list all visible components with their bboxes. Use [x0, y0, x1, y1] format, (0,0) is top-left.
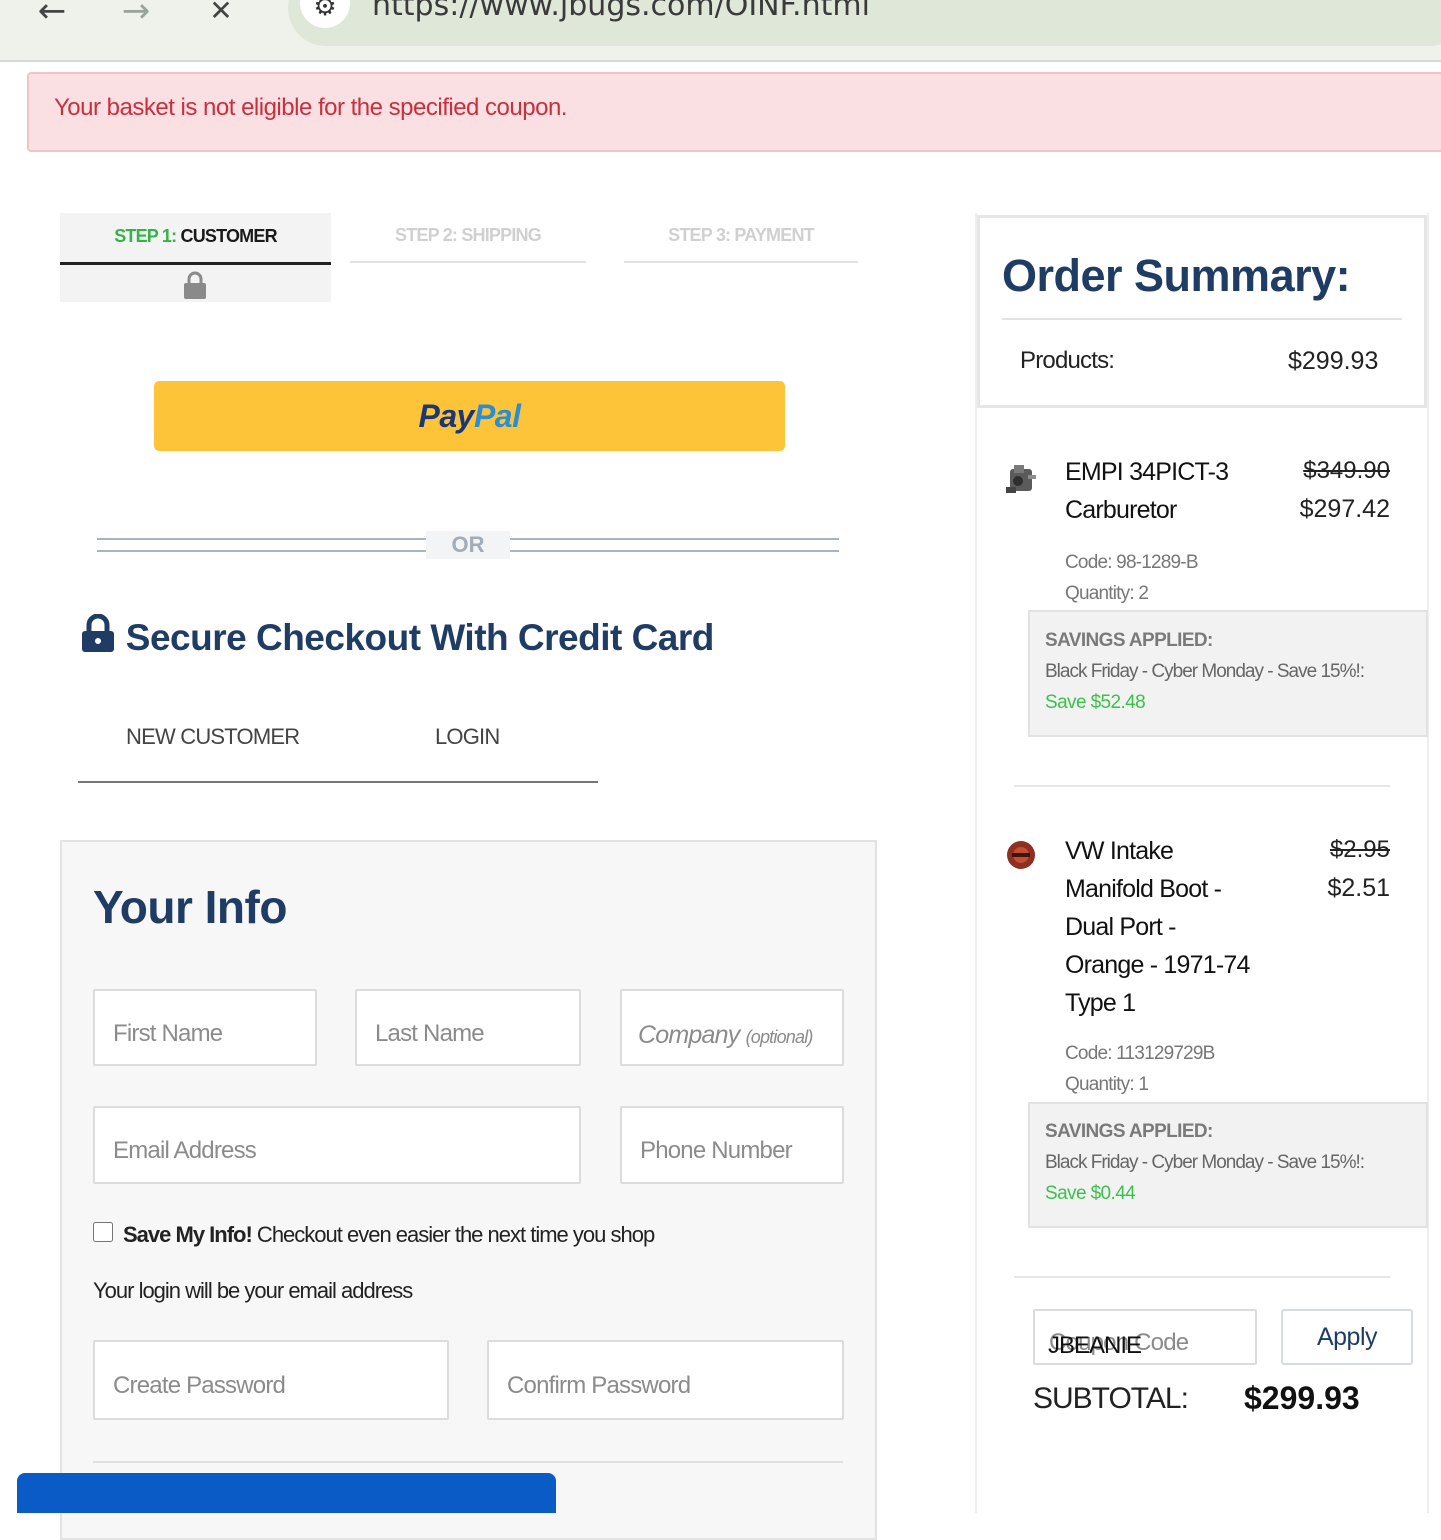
item-1-new-price: $297.42 — [1299, 495, 1390, 523]
continue-button[interactable] — [17, 1473, 556, 1513]
item-1-savings-amount: Save $52.48 — [1045, 692, 1146, 713]
or-divider-label: OR — [426, 531, 510, 559]
intake-boot-thumbnail-icon[interactable] — [1004, 838, 1038, 872]
last-name-field[interactable] — [355, 989, 581, 1066]
first-name-field[interactable] — [93, 989, 317, 1066]
step-3-payment[interactable]: STEP 3: PAYMENT — [624, 213, 858, 263]
item-2-savings-amount: Save $0.44 — [1045, 1183, 1136, 1204]
item-separator — [1014, 1276, 1390, 1278]
tab-login[interactable]: LOGIN — [435, 724, 500, 750]
divider-line-left — [97, 538, 426, 552]
tabs-underline — [78, 781, 598, 783]
step-lock-area — [60, 265, 331, 302]
padlock-icon — [82, 613, 114, 652]
forward-arrow-icon[interactable]: → — [116, 0, 156, 30]
secure-checkout-heading: Secure Checkout With Credit Card — [80, 613, 715, 659]
order-summary-title: Order Summary: — [1002, 250, 1351, 301]
step-1-customer[interactable]: STEP 1: CUSTOMER — [60, 213, 331, 265]
item-1-savings-heading: SAVINGS APPLIED: — [1045, 630, 1213, 651]
your-info-title: Your Info — [93, 881, 287, 933]
divider-line-right — [510, 538, 839, 552]
back-arrow-icon[interactable]: ← — [32, 0, 72, 30]
save-info-checkbox[interactable] — [93, 1222, 113, 1242]
lock-icon — [184, 271, 206, 299]
secure-checkout-title: Secure Checkout With Credit Card — [125, 617, 715, 658]
order-summary-box — [977, 215, 1427, 408]
item-2-quantity: Quantity: 1 — [1065, 1074, 1149, 1095]
item-2-new-price: $2.51 — [1327, 874, 1390, 902]
paypal-logo: PayPal — [418, 397, 521, 434]
tab-new-customer[interactable]: NEW CUSTOMER — [126, 724, 300, 750]
subtotal-label: SUBTOTAL: — [1033, 1382, 1189, 1415]
item-separator — [1014, 785, 1390, 787]
item-2-savings-heading: SAVINGS APPLIED: — [1045, 1121, 1213, 1142]
url-text[interactable]: https://www.jbugs.com/OINF.html — [372, 0, 870, 23]
panel-separator — [93, 1461, 843, 1463]
item-2-code: Code: 113129729B — [1065, 1043, 1215, 1064]
item-1-name[interactable]: EMPI 34PICT-3 Carburetor — [1065, 453, 1280, 529]
login-note: Your login will be your email address — [93, 1278, 413, 1303]
step-1-prefix: STEP 1: — [114, 226, 177, 246]
step-2-shipping[interactable]: STEP 2: SHIPPING — [350, 213, 586, 263]
email-field[interactable] — [93, 1106, 581, 1184]
subtotal-value: $299.93 — [1244, 1380, 1360, 1416]
summary-rule — [1002, 318, 1402, 320]
item-2-savings-description: Black Friday - Cyber Monday - Save 15%!: — [1045, 1152, 1365, 1173]
coupon-code-field[interactable] — [1033, 1309, 1257, 1365]
save-info-label[interactable]: Save My Info! Checkout even easier the n… — [123, 1222, 655, 1248]
paypal-button[interactable]: PayPal — [154, 381, 785, 451]
step-1-label: CUSTOMER — [180, 226, 278, 246]
products-label: Products: — [1020, 347, 1115, 374]
alert-message: Your basket is not eligible for the spec… — [54, 94, 567, 121]
item-2-old-price: $2.95 — [1329, 836, 1390, 863]
item-1-quantity: Quantity: 2 — [1065, 583, 1149, 604]
carburetor-thumbnail-icon[interactable] — [1004, 463, 1040, 497]
item-1-code: Code: 98-1289-B — [1065, 552, 1199, 573]
stop-loading-icon[interactable]: ✕ — [201, 0, 241, 30]
create-password-field[interactable] — [93, 1340, 449, 1420]
item-1-old-price: $349.90 — [1303, 457, 1390, 484]
products-total: $299.93 — [1288, 347, 1379, 375]
confirm-password-field[interactable] — [487, 1340, 844, 1420]
your-info-panel — [60, 840, 877, 1540]
apply-coupon-button[interactable]: Apply — [1281, 1309, 1413, 1365]
item-1-savings-description: Black Friday - Cyber Monday - Save 15%!: — [1045, 661, 1365, 682]
company-placeholder: Company (optional) — [638, 1021, 813, 1049]
phone-field[interactable] — [620, 1106, 844, 1184]
item-2-name[interactable]: VW Intake Manifold Boot - Dual Port - Or… — [1065, 832, 1260, 1022]
